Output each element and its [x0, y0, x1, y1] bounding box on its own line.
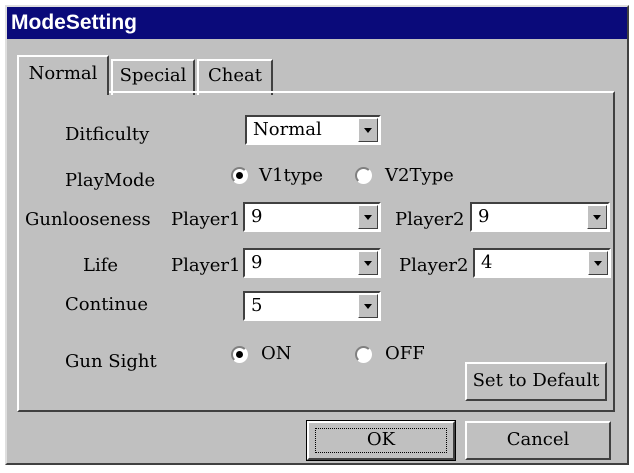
set-to-default-button[interactable]: Set to Default: [465, 362, 607, 401]
life-label: Life: [83, 255, 119, 276]
life-player2-value: 4: [481, 252, 493, 273]
gun-sight-label: Gun Sight: [65, 351, 157, 372]
focus-rect: [315, 428, 447, 453]
chevron-down-icon[interactable]: [588, 251, 608, 275]
gun-looseness-player2-value: 9: [478, 206, 490, 227]
chevron-down-icon[interactable]: [587, 205, 607, 229]
gun-looseness-player1-select[interactable]: 9: [243, 202, 381, 232]
gun-looseness-label: Gunlooseness: [25, 209, 151, 230]
playmode-v1-radio[interactable]: [231, 167, 248, 184]
gun-sight-on-radio[interactable]: [231, 346, 248, 363]
playmode-v1-label[interactable]: V1type: [259, 165, 323, 187]
tab-special[interactable]: Special: [111, 59, 195, 95]
playmode-v2-radio[interactable]: [355, 167, 372, 184]
playmode-label: PlayMode: [65, 170, 156, 191]
chevron-down-icon[interactable]: [358, 251, 378, 275]
life-player1-select[interactable]: 9: [243, 248, 381, 278]
chevron-down-icon[interactable]: [358, 205, 378, 229]
ok-button[interactable]: OK: [306, 420, 456, 461]
playmode-v2-label[interactable]: V2Type: [385, 165, 454, 187]
gun-sight-off-label[interactable]: OFF: [385, 343, 425, 365]
mode-setting-dialog: ModeSetting Normal Special Cheat Ditficu…: [5, 5, 629, 465]
tab-cheat[interactable]: Cheat: [197, 59, 273, 95]
gun-looseness-player1-value: 9: [251, 206, 263, 227]
difficulty-select[interactable]: Normal: [245, 115, 381, 145]
gun-looseness-player2-select[interactable]: 9: [470, 202, 610, 232]
continue-value: 5: [251, 295, 263, 316]
gun-sight-on-label[interactable]: ON: [261, 343, 292, 365]
continue-select[interactable]: 5: [243, 291, 381, 321]
difficulty-label: Ditficulty: [65, 124, 150, 145]
life-player2-label: Player2: [399, 255, 469, 276]
difficulty-value: Normal: [253, 119, 322, 140]
cancel-button[interactable]: Cancel: [465, 421, 611, 460]
tab-normal[interactable]: Normal: [17, 55, 109, 95]
life-player1-value: 9: [251, 252, 263, 273]
chevron-down-icon[interactable]: [358, 118, 378, 142]
continue-label: Continue: [65, 294, 149, 315]
gun-looseness-player2-label: Player2: [395, 209, 465, 230]
gun-looseness-player1-label: Player1: [171, 209, 241, 230]
life-player2-select[interactable]: 4: [473, 248, 611, 278]
life-player1-label: Player1: [171, 255, 241, 276]
chevron-down-icon[interactable]: [358, 294, 378, 318]
gun-sight-off-radio[interactable]: [355, 346, 372, 363]
window-title: ModeSetting: [7, 7, 627, 39]
